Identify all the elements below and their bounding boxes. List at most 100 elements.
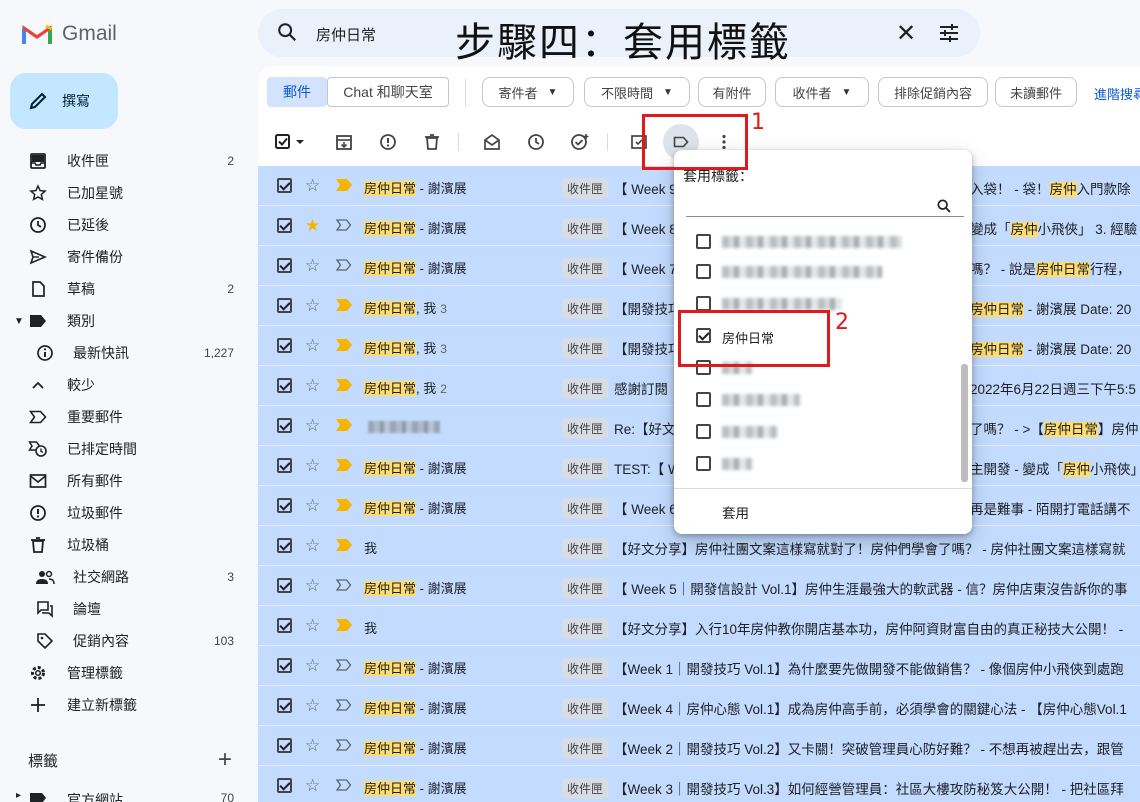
sidebar-item-manage-labels[interactable]: 管理標籤 [0, 657, 256, 689]
filter-chip[interactable]: 收件者 ▼ [775, 77, 869, 107]
importance-marker-icon[interactable] [336, 299, 352, 311]
sidebar-item-important[interactable]: 重要郵件 [0, 401, 256, 433]
importance-marker-icon[interactable] [336, 539, 352, 551]
advanced-search-link[interactable]: 進階搜尋 [1094, 84, 1140, 103]
message-row[interactable]: ☆ 房仲日常 - 謝濱展 收件匣 【Week 3｜開發技巧 Vol.3】如何經營管理員… [258, 766, 1140, 802]
importance-marker-icon[interactable] [335, 779, 352, 791]
filter-chip[interactable]: 排除促銷內容 [878, 77, 988, 107]
importance-marker-icon[interactable] [336, 339, 352, 351]
sidebar-item-all-mail[interactable]: 所有郵件 [0, 465, 256, 497]
sidebar-item-updates[interactable]: 最新快訊 1,227 [0, 337, 256, 369]
star-icon[interactable]: ☆ [305, 536, 320, 556]
compose-button[interactable]: 撰寫 [10, 73, 118, 129]
importance-marker-icon[interactable] [336, 179, 352, 191]
row-checkbox[interactable] [277, 178, 292, 193]
row-checkbox[interactable] [277, 618, 292, 633]
row-checkbox[interactable] [277, 258, 292, 273]
label-checkbox[interactable] [696, 456, 711, 471]
row-checkbox[interactable] [277, 738, 292, 753]
label-list-scrollbar[interactable] [961, 364, 968, 482]
label-option[interactable] [696, 422, 946, 442]
row-checkbox[interactable] [277, 298, 292, 313]
search-icon[interactable] [276, 21, 298, 43]
label-checkbox[interactable] [696, 424, 711, 439]
select-all-checkbox[interactable] [274, 131, 308, 153]
apply-button[interactable]: 套用 [722, 502, 749, 522]
row-checkbox[interactable] [277, 458, 292, 473]
importance-marker-icon[interactable] [336, 379, 352, 391]
sidebar-item-drafts[interactable]: 草稿 2 [0, 273, 256, 305]
importance-marker-icon[interactable] [335, 259, 352, 271]
tab-mail[interactable]: 郵件 [267, 77, 327, 107]
star-icon[interactable]: ☆ [305, 736, 320, 756]
row-checkbox[interactable] [277, 778, 292, 793]
label-checkbox[interactable] [696, 392, 711, 407]
search-options-icon[interactable] [938, 23, 960, 43]
star-icon[interactable]: ★ [305, 216, 320, 236]
label-option[interactable] [696, 232, 946, 252]
message-row[interactable]: ☆ 房仲日常 - 謝濱展 收件匣 【Week 4｜房仲心態 Vol.1】成為房仲高手前… [258, 686, 1140, 726]
sidebar-item-label[interactable]: ▸ 官方網站 70 [0, 786, 256, 802]
importance-marker-icon[interactable] [335, 659, 352, 671]
row-checkbox[interactable] [277, 418, 292, 433]
search-input[interactable]: 房仲日常 [316, 24, 376, 45]
sidebar-item-forums[interactable]: 論壇 [0, 593, 256, 625]
add-label-icon[interactable]: + [218, 746, 232, 774]
expand-caret-icon[interactable]: ▼ [14, 316, 24, 327]
sidebar-item-less[interactable]: 較少 [0, 369, 256, 401]
search-icon[interactable] [936, 198, 952, 214]
sidebar-item-categories[interactable]: ▼ 類別 [0, 305, 256, 337]
star-icon[interactable]: ☆ [305, 296, 320, 316]
importance-marker-icon[interactable] [335, 739, 352, 751]
row-checkbox[interactable] [277, 578, 292, 593]
star-icon[interactable]: ☆ [305, 696, 320, 716]
sidebar-item-snoozed[interactable]: 已延後 [0, 209, 256, 241]
importance-marker-icon[interactable] [335, 219, 352, 231]
clear-search-icon[interactable]: ✕ [896, 19, 916, 48]
sidebar-item-trash[interactable]: 垃圾桶 [0, 529, 256, 561]
archive-icon[interactable] [333, 131, 355, 153]
star-icon[interactable]: ☆ [305, 256, 320, 276]
importance-marker-icon[interactable] [335, 699, 352, 711]
filter-chip[interactable]: 寄件者 ▼ [482, 77, 574, 107]
snooze-icon[interactable] [525, 131, 547, 153]
label-checkbox[interactable] [696, 296, 711, 311]
star-icon[interactable]: ☆ [305, 416, 320, 436]
row-checkbox[interactable] [277, 498, 292, 513]
importance-marker-icon[interactable] [336, 619, 352, 631]
importance-marker-icon[interactable] [335, 579, 352, 591]
row-checkbox[interactable] [277, 378, 292, 393]
row-checkbox[interactable] [277, 218, 292, 233]
sidebar-item-spam[interactable]: 垃圾郵件 [0, 497, 256, 529]
star-icon[interactable]: ☆ [305, 336, 320, 356]
label-checkbox[interactable] [696, 264, 711, 279]
mark-read-icon[interactable] [481, 131, 503, 153]
sidebar-item-new-label[interactable]: 建立新標籤 [0, 689, 256, 721]
report-spam-icon[interactable] [377, 131, 399, 153]
message-row[interactable]: ☆ 我 收件匣 【好文分享】入行10年房仲教你開店基本功，房仲阿資財富自由的真正秘技大… [258, 606, 1140, 646]
sidebar-item-sent[interactable]: 寄件備份 [0, 241, 256, 273]
gmail-logo[interactable]: Gmail [22, 22, 117, 46]
sidebar-item-inbox[interactable]: 收件匣 2 [0, 145, 256, 177]
label-option[interactable] [696, 454, 946, 474]
row-checkbox[interactable] [277, 698, 292, 713]
message-row[interactable]: ☆ 房仲日常 - 謝濱展 收件匣 【Week 2｜開發技巧 Vol.2】又卡關！突破管… [258, 726, 1140, 766]
importance-marker-icon[interactable] [336, 419, 352, 431]
tab-chat[interactable]: Chat 和聊天室 [327, 77, 449, 107]
sidebar-item-social[interactable]: 社交網路 3 [0, 561, 256, 593]
sidebar-item-starred[interactable]: 已加星號 [0, 177, 256, 209]
star-icon[interactable]: ☆ [305, 176, 320, 196]
filter-chip[interactable]: 不限時間 ▼ [584, 77, 690, 107]
message-row[interactable]: ☆ 房仲日常 - 謝濱展 收件匣【 Week 5｜開發信設計 Vol.1】房仲生涯最… [258, 566, 1140, 606]
message-row[interactable]: ☆ 房仲日常 - 謝濱展 收件匣 【Week 1｜開發技巧 Vol.1】為什麼要先做開… [258, 646, 1140, 686]
importance-marker-icon[interactable] [336, 459, 352, 471]
add-task-icon[interactable] [569, 131, 591, 153]
label-checkbox[interactable] [696, 234, 711, 249]
importance-marker-icon[interactable] [336, 499, 352, 511]
star-icon[interactable]: ☆ [305, 656, 320, 676]
label-option[interactable] [696, 390, 946, 410]
star-icon[interactable]: ☆ [305, 776, 320, 796]
row-checkbox[interactable] [277, 538, 292, 553]
label-option[interactable] [696, 262, 946, 282]
star-icon[interactable]: ☆ [305, 456, 320, 476]
